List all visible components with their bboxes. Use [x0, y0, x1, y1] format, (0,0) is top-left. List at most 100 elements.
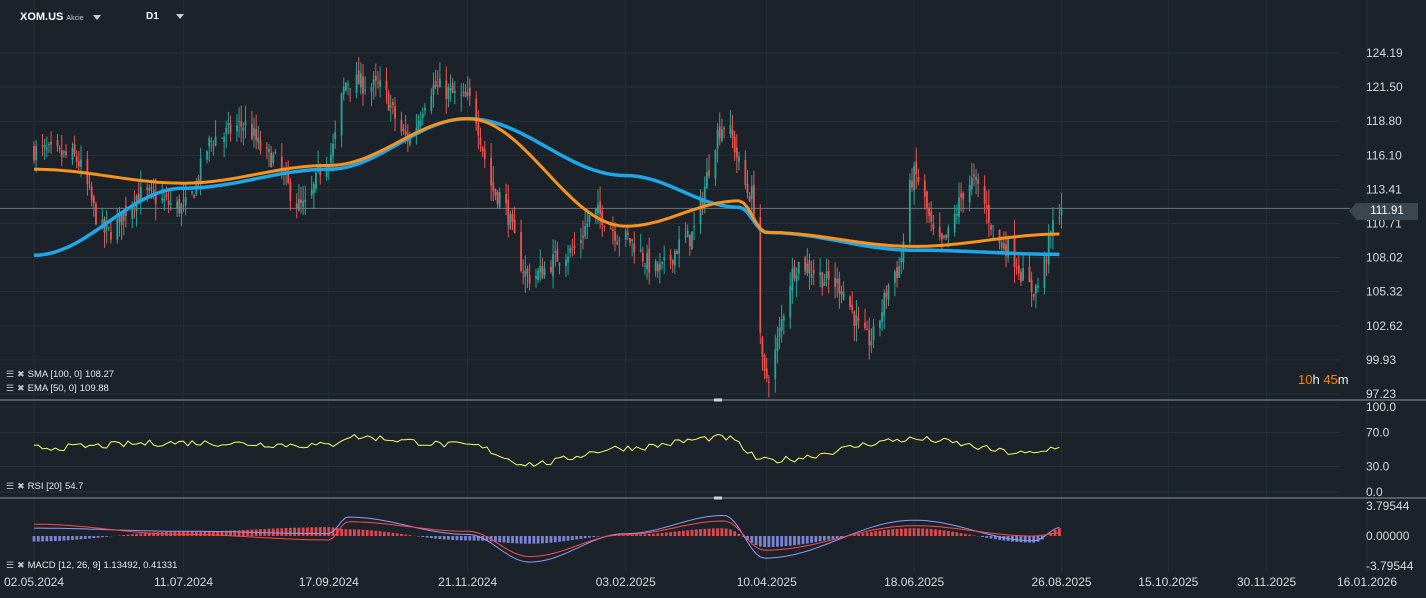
candle-body	[870, 341, 873, 345]
macd-histogram-bar	[703, 528, 707, 536]
timer-m: m	[1337, 372, 1349, 387]
macd-histogram-bar	[130, 534, 134, 536]
candle-body	[453, 91, 456, 93]
candle-body	[582, 235, 584, 238]
candle-body	[199, 158, 202, 183]
date-tick-label: 21.11.2024	[438, 575, 497, 589]
candle-body	[349, 88, 352, 90]
macd-histogram-bar	[686, 530, 690, 536]
rsi-legend[interactable]: ☰ ✖ RSI [20] 54.7	[6, 481, 83, 492]
macd-histogram-bar	[754, 536, 758, 546]
candle-body	[48, 143, 50, 145]
candle-body	[678, 239, 681, 254]
macd-histogram-bar	[135, 533, 138, 536]
macd-legend[interactable]: ☰ ✖ MACD [12, 26, 9] 1.13492, 0.41331	[6, 560, 177, 571]
pane-separators	[0, 398, 1426, 500]
candle-body	[362, 76, 364, 94]
macd-histogram-bar	[805, 536, 809, 544]
candle-body	[35, 145, 38, 161]
macd-histogram-bar	[758, 536, 762, 547]
candle-body	[776, 337, 779, 352]
settings-icon[interactable]: ☰	[6, 560, 14, 571]
symbol-label: XOM.US	[20, 11, 64, 23]
macd-histogram-bar	[293, 527, 297, 536]
candle-body	[167, 200, 170, 205]
candle-body	[432, 84, 435, 95]
macd-histogram-bar	[88, 536, 91, 539]
price-tick-label: 102.62	[1366, 319, 1403, 333]
candle-body	[968, 184, 971, 203]
candle-body	[182, 199, 185, 201]
macd-histogram-bar	[340, 528, 344, 536]
candle-body	[43, 144, 46, 149]
candle-body	[827, 270, 830, 280]
candle-body	[744, 160, 747, 186]
candle-body	[599, 201, 601, 214]
timeframe-selector[interactable]: D1	[146, 11, 184, 22]
candle-body	[344, 83, 347, 91]
candle-body	[960, 193, 963, 198]
candle-body	[330, 154, 332, 163]
macd-histogram-bar	[818, 536, 822, 542]
macd-histogram-bar	[45, 536, 49, 542]
candle-body	[289, 181, 292, 201]
settings-icon[interactable]: ☰	[6, 383, 14, 394]
macd-value: 1.13492, 0.41331	[103, 560, 178, 571]
candle-body	[908, 179, 911, 242]
macd-histogram-bar	[908, 528, 912, 536]
macd-histogram-bar	[408, 535, 412, 536]
candle-body	[165, 194, 168, 198]
candle-body	[391, 101, 394, 105]
candle-body	[466, 92, 469, 96]
candle-body	[295, 203, 298, 208]
macd-histogram-bar	[784, 536, 788, 547]
candle-body	[663, 257, 666, 261]
settings-icon[interactable]: ☰	[6, 369, 14, 380]
candle-body	[708, 170, 710, 176]
candle-body	[624, 230, 627, 240]
candle-body	[866, 328, 869, 330]
candle-body	[911, 180, 913, 188]
candle-body	[477, 122, 480, 136]
candle-body	[648, 248, 651, 273]
price-chart[interactable]: 100.070.030.00.0 3.795440.00000-3.79544 …	[0, 0, 1426, 598]
close-icon[interactable]: ✖	[17, 560, 25, 571]
candle-body	[297, 198, 300, 211]
symbol-selector[interactable]: XOM.US Akcie	[20, 11, 101, 23]
macd-label: MACD [12, 26, 9]	[27, 560, 101, 571]
candle-body	[1000, 242, 1003, 248]
macd-histogram-bar	[233, 530, 237, 536]
macd-histogram-bar	[519, 536, 523, 544]
macd-histogram-bar	[946, 530, 950, 536]
candle-body	[641, 252, 644, 262]
macd-histogram-bar	[622, 534, 625, 536]
macd-histogram-bar	[647, 533, 651, 536]
candle-body	[184, 197, 187, 206]
macd-histogram-bar	[882, 530, 886, 536]
macd-histogram-bar	[797, 536, 801, 545]
ema-legend[interactable]: ☰ ✖ EMA [50, 0] 109.88	[6, 383, 109, 394]
candle-body	[821, 272, 824, 288]
macd-histogram-bar	[472, 536, 476, 541]
candle-body	[746, 183, 749, 193]
close-icon[interactable]: ✖	[17, 481, 25, 492]
macd-histogram-bar	[963, 533, 967, 536]
macd-histogram-bar	[1036, 536, 1040, 542]
candle-body	[609, 228, 612, 230]
macd-histogram-bar	[899, 528, 903, 536]
macd-histogram-bar	[404, 534, 408, 536]
macd-histogram-bar	[575, 536, 578, 540]
macd-histogram-bar	[955, 532, 959, 536]
sma-legend[interactable]: ☰ ✖ SMA [100, 0] 108.27	[6, 369, 114, 380]
candle-body	[588, 215, 591, 223]
close-icon[interactable]: ✖	[17, 369, 25, 380]
settings-icon[interactable]: ☰	[6, 481, 14, 492]
macd-histogram-bar	[246, 529, 250, 536]
macd-histogram-bar	[959, 533, 963, 536]
candle-body	[507, 199, 510, 225]
close-icon[interactable]: ✖	[17, 383, 25, 394]
candle-body	[962, 193, 965, 200]
macd-histogram-bar	[442, 536, 446, 540]
candle-body	[659, 264, 661, 271]
macd-histogram-bar	[951, 531, 954, 536]
